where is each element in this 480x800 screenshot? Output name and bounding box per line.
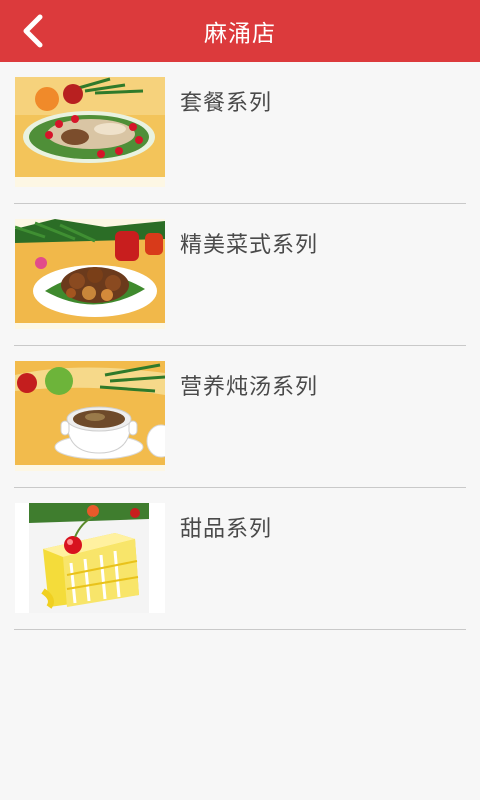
stewed-soup-image (15, 361, 165, 471)
back-button[interactable] (10, 8, 56, 54)
app-header: 麻涌店 (0, 0, 480, 62)
list-item-label: 精美菜式系列 (180, 233, 319, 258)
list-item-set-meal[interactable]: 套餐系列 (14, 62, 466, 204)
layer-cake-dessert-image (15, 503, 165, 613)
set-meal-platter-image (15, 77, 165, 187)
chevron-left-icon (23, 14, 43, 48)
list-item-dessert[interactable]: 甜品系列 (14, 488, 466, 630)
braised-dish-image (15, 219, 165, 329)
list-item-soup[interactable]: 营养炖汤系列 (14, 346, 466, 488)
menu-category-list: 套餐系列 精美菜式系列 营养炖汤系列 甜品系列 (14, 62, 466, 630)
list-item-label: 营养炖汤系列 (180, 375, 319, 400)
list-item-label: 甜品系列 (180, 517, 273, 542)
page-title: 麻涌店 (204, 21, 276, 47)
list-item-label: 套餐系列 (180, 91, 273, 116)
list-item-dishes[interactable]: 精美菜式系列 (14, 204, 466, 346)
